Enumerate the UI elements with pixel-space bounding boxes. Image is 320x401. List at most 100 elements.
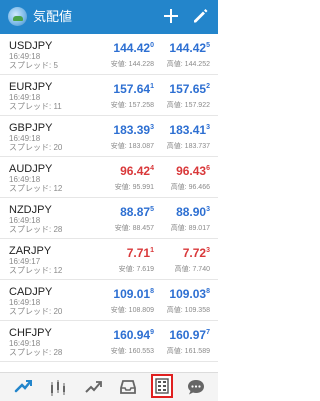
spread-label: スプレッド: 12 xyxy=(9,184,63,193)
ask-price[interactable]: 144.425 xyxy=(169,39,210,55)
low-price: 安値: 144.228 xyxy=(110,61,154,68)
bid-price-pip: 4 xyxy=(150,165,154,172)
ask-price-main: 183.41 xyxy=(169,123,207,137)
high-price: 高値: 96.466 xyxy=(170,184,210,191)
ask-price-main: 144.42 xyxy=(169,41,207,55)
low-price: 安値: 95.991 xyxy=(114,184,154,191)
spread-label: スプレッド: 11 xyxy=(9,102,62,111)
low-price: 安値: 88.457 xyxy=(114,225,154,232)
ask-price-pip: 5 xyxy=(206,42,210,49)
quote-row[interactable]: NZDJPY 16:49:18 スプレッド: 28 88.875 88.903 安値: 8… xyxy=(0,198,218,239)
nav-chart[interactable] xyxy=(48,377,68,397)
bid-price[interactable]: 160.949 xyxy=(113,326,154,342)
bid-price[interactable]: 157.641 xyxy=(113,80,154,96)
spread-label: スプレッド: 12 xyxy=(9,266,63,275)
quote-list: USDJPY 16:49:18 スプレッド: 5 144.420 144.425 安値: … xyxy=(0,34,218,372)
spread-label: スプレッド: 20 xyxy=(9,307,63,316)
trade-icon xyxy=(14,380,32,393)
ask-price-main: 160.97 xyxy=(169,328,207,342)
bid-price-pip: 5 xyxy=(150,206,154,213)
nav-trade[interactable] xyxy=(13,377,33,397)
quote-row[interactable]: EURJPY 16:49:18 スプレッド: 11 157.641 157.652 安値:… xyxy=(0,75,218,116)
bid-price-main: 7.71 xyxy=(126,246,151,260)
pencil-icon xyxy=(194,9,208,23)
high-price: 高値: 157.922 xyxy=(166,102,210,109)
inbox-icon xyxy=(120,380,136,394)
ask-price-main: 7.72 xyxy=(182,246,207,260)
bid-price-main: 109.01 xyxy=(113,287,151,301)
high-price: 高値: 89.017 xyxy=(170,225,210,232)
bid-price[interactable]: 144.420 xyxy=(113,39,154,55)
quote-row[interactable]: ZARJPY 16:49:17 スプレッド: 12 7.711 7.723 安値: 7.6… xyxy=(0,239,218,280)
nav-chat[interactable] xyxy=(186,377,206,397)
high-price: 高値: 183.737 xyxy=(166,143,210,150)
bid-price-main: 88.87 xyxy=(120,205,151,219)
low-price: 安値: 108.809 xyxy=(110,307,154,314)
bid-price[interactable]: 7.711 xyxy=(127,244,154,260)
bid-price-main: 157.64 xyxy=(113,82,151,96)
low-price: 安値: 7.619 xyxy=(118,266,154,273)
quotes-icon xyxy=(155,378,169,394)
ask-price[interactable]: 88.903 xyxy=(176,203,210,219)
chart-icon xyxy=(51,380,65,396)
bid-price[interactable]: 109.018 xyxy=(113,285,154,301)
ask-price-pip: 2 xyxy=(206,83,210,90)
low-price: 安値: 160.553 xyxy=(110,348,154,355)
quote-row[interactable]: GBPJPY 16:49:18 スプレッド: 20 183.393 183.413 安値:… xyxy=(0,116,218,157)
ask-price-main: 88.90 xyxy=(176,205,207,219)
trend-icon xyxy=(85,381,102,393)
ask-price[interactable]: 157.652 xyxy=(169,80,210,96)
low-price: 安値: 157.258 xyxy=(110,102,154,109)
bid-price-main: 160.94 xyxy=(113,328,151,342)
bid-price-main: 183.39 xyxy=(113,123,151,137)
bid-price-pip: 9 xyxy=(150,329,154,336)
ask-price[interactable]: 96.436 xyxy=(176,162,210,178)
ask-price-main: 96.43 xyxy=(176,164,207,178)
ask-price[interactable]: 109.038 xyxy=(169,285,210,301)
edit-list-button[interactable] xyxy=(190,6,210,26)
ask-price-main: 109.03 xyxy=(169,287,207,301)
bid-price-pip: 0 xyxy=(150,42,154,49)
app-logo-icon xyxy=(8,7,27,26)
ask-price-pip: 3 xyxy=(206,206,210,213)
app-bar: 気配値 xyxy=(0,0,218,34)
add-symbol-button[interactable] xyxy=(160,5,182,27)
high-price: 高値: 161.589 xyxy=(166,348,210,355)
ask-price-pip: 3 xyxy=(206,124,210,131)
ask-price[interactable]: 7.723 xyxy=(183,244,210,260)
ask-price-pip: 7 xyxy=(206,329,210,336)
bid-price-pip: 8 xyxy=(150,288,154,295)
bid-price-pip: 1 xyxy=(150,83,154,90)
nav-quotes[interactable] xyxy=(151,374,173,398)
nav-trend[interactable] xyxy=(83,377,103,397)
bid-price[interactable]: 183.393 xyxy=(113,121,154,137)
bottom-nav xyxy=(0,372,218,401)
quote-row[interactable]: USDJPY 16:49:18 スプレッド: 5 144.420 144.425 安値: … xyxy=(0,34,218,75)
bid-price-main: 96.42 xyxy=(120,164,151,178)
chat-icon xyxy=(188,380,204,395)
bid-price-main: 144.42 xyxy=(113,41,151,55)
spread-label: スプレッド: 28 xyxy=(9,225,63,234)
bid-price-pip: 1 xyxy=(150,247,154,254)
quote-row[interactable]: CADJPY 16:49:18 スプレッド: 20 109.018 109.038 安値:… xyxy=(0,280,218,321)
spread-label: スプレッド: 28 xyxy=(9,348,63,357)
spread-label: スプレッド: 20 xyxy=(9,143,63,152)
bid-price-pip: 3 xyxy=(150,124,154,131)
bid-price[interactable]: 88.875 xyxy=(120,203,154,219)
high-price: 高値: 109.358 xyxy=(166,307,210,314)
quote-row[interactable]: AUDJPY 16:49:18 スプレッド: 12 96.424 96.436 安値: 9… xyxy=(0,157,218,198)
quote-row[interactable]: CHFJPY 16:49:18 スプレッド: 28 160.949 160.977 安値:… xyxy=(0,321,218,362)
high-price: 高値: 7.740 xyxy=(174,266,210,273)
ask-price-main: 157.65 xyxy=(169,82,207,96)
ask-price[interactable]: 160.977 xyxy=(169,326,210,342)
low-price: 安値: 183.087 xyxy=(110,143,154,150)
ask-price[interactable]: 183.413 xyxy=(169,121,210,137)
page-title: 気配値 xyxy=(33,9,73,24)
ask-price-pip: 3 xyxy=(206,247,210,254)
bid-price[interactable]: 96.424 xyxy=(120,162,154,178)
high-price: 高値: 144.252 xyxy=(166,61,210,68)
ask-price-pip: 8 xyxy=(206,288,210,295)
ask-price-pip: 6 xyxy=(206,165,210,172)
spread-label: スプレッド: 5 xyxy=(9,61,58,70)
nav-inbox[interactable] xyxy=(118,377,138,397)
